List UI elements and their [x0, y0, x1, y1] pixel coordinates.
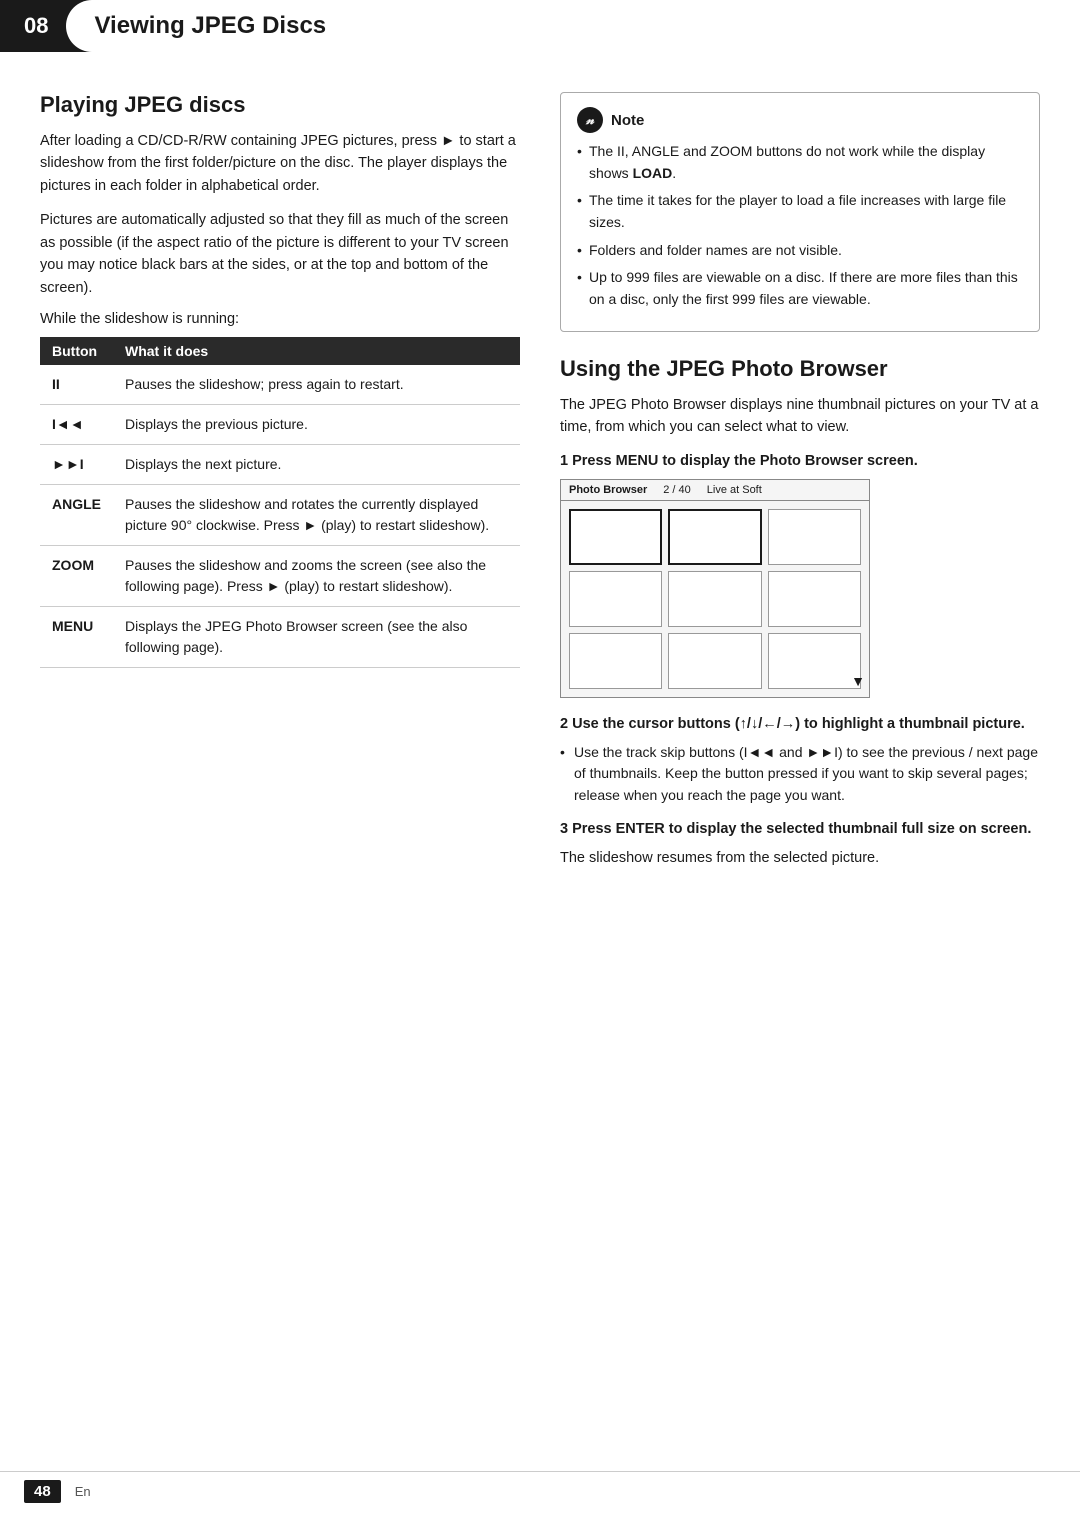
- note-item-2: Folders and folder names are not visible…: [577, 240, 1023, 262]
- table-button-5: MENU: [40, 607, 113, 668]
- pb-cell-5: [668, 571, 761, 627]
- note-label: Note: [611, 112, 644, 129]
- playing-para2: Pictures are automatically adjusted so t…: [40, 209, 520, 299]
- pb-cell-4: [569, 571, 662, 627]
- table-desc-2: Displays the next picture.: [113, 445, 520, 485]
- table-row: I◄◄Displays the previous picture.: [40, 405, 520, 445]
- chapter-number: 08: [0, 0, 66, 52]
- note-header: 𝓃 Note: [577, 107, 1023, 133]
- table-button-3: ANGLE: [40, 485, 113, 546]
- table-button-2: ►►I: [40, 445, 113, 485]
- table-row: ANGLEPauses the slideshow and rotates th…: [40, 485, 520, 546]
- pb-down-arrow: ▼: [851, 673, 865, 689]
- page-footer: 48 En: [0, 1471, 1080, 1511]
- button-table: Button What it does IIPauses the slidesh…: [40, 337, 520, 668]
- photo-browser-mockup: Photo Browser 2 / 40 Live at Soft ▼: [560, 479, 870, 698]
- pb-label: Photo Browser: [569, 484, 647, 496]
- note-item-3: Up to 999 files are viewable on a disc. …: [577, 267, 1023, 310]
- section2-intro: The JPEG Photo Browser displays nine thu…: [560, 394, 1040, 439]
- pb-info2: Live at Soft: [707, 484, 762, 496]
- pb-cell-7: [569, 633, 662, 689]
- table-desc-4: Pauses the slideshow and zooms the scree…: [113, 546, 520, 607]
- table-col-button: Button: [40, 337, 113, 365]
- table-row: ZOOMPauses the slideshow and zooms the s…: [40, 546, 520, 607]
- page-number: 48: [24, 1480, 61, 1503]
- table-desc-5: Displays the JPEG Photo Browser screen (…: [113, 607, 520, 668]
- pb-header: Photo Browser 2 / 40 Live at Soft: [561, 480, 869, 501]
- table-col-desc: What it does: [113, 337, 520, 365]
- pb-cell-2: [668, 509, 761, 565]
- language-label: En: [75, 1484, 91, 1499]
- right-column: 𝓃 Note The II, ANGLE and ZOOM buttons do…: [560, 92, 1040, 881]
- table-button-1: I◄◄: [40, 405, 113, 445]
- page-header: 08 Viewing JPEG Discs: [0, 0, 1080, 52]
- step3-text: The slideshow resumes from the selected …: [560, 847, 1040, 869]
- table-desc-1: Displays the previous picture.: [113, 405, 520, 445]
- pb-cell-8: [668, 633, 761, 689]
- table-row: MENUDisplays the JPEG Photo Browser scre…: [40, 607, 520, 668]
- table-button-4: ZOOM: [40, 546, 113, 607]
- pb-cell-9: [768, 633, 861, 689]
- step1-heading: 1 Press MENU to display the Photo Browse…: [560, 453, 1040, 469]
- pb-info: 2 / 40: [663, 484, 691, 496]
- table-button-0: II: [40, 365, 113, 405]
- pb-grid: ▼: [561, 501, 869, 697]
- playing-para1: After loading a CD/CD-R/RW containing JP…: [40, 130, 520, 197]
- note-list: The II, ANGLE and ZOOM buttons do not wo…: [577, 141, 1023, 311]
- left-column: Playing JPEG discs After loading a CD/CD…: [40, 92, 520, 881]
- step2-heading: 2 Use the cursor buttons (↑/↓/←/→) to hi…: [560, 716, 1040, 732]
- step2-bullet-1: Use the track skip buttons (I◄◄ and ►►I)…: [560, 742, 1040, 807]
- while-text: While the slideshow is running:: [40, 311, 520, 327]
- section2-title: Using the JPEG Photo Browser: [560, 356, 1040, 382]
- table-desc-3: Pauses the slideshow and rotates the cur…: [113, 485, 520, 546]
- step2-bullets: Use the track skip buttons (I◄◄ and ►►I)…: [560, 742, 1040, 807]
- pb-cell-3: [768, 509, 861, 565]
- playing-jpeg-title: Playing JPEG discs: [40, 92, 520, 118]
- note-box: 𝓃 Note The II, ANGLE and ZOOM buttons do…: [560, 92, 1040, 332]
- table-row: IIPauses the slideshow; press again to r…: [40, 365, 520, 405]
- note-item-0: The II, ANGLE and ZOOM buttons do not wo…: [577, 141, 1023, 184]
- note-item-1: The time it takes for the player to load…: [577, 190, 1023, 233]
- chapter-title: Viewing JPEG Discs: [94, 12, 326, 40]
- table-row: ►►IDisplays the next picture.: [40, 445, 520, 485]
- note-icon: 𝓃: [577, 107, 603, 133]
- main-content: Playing JPEG discs After loading a CD/CD…: [0, 52, 1080, 921]
- table-desc-0: Pauses the slideshow; press again to res…: [113, 365, 520, 405]
- pb-cell-6: [768, 571, 861, 627]
- chapter-title-wrap: Viewing JPEG Discs: [66, 0, 1080, 52]
- step3-heading: 3 Press ENTER to display the selected th…: [560, 821, 1040, 837]
- pb-cell-1: [569, 509, 662, 565]
